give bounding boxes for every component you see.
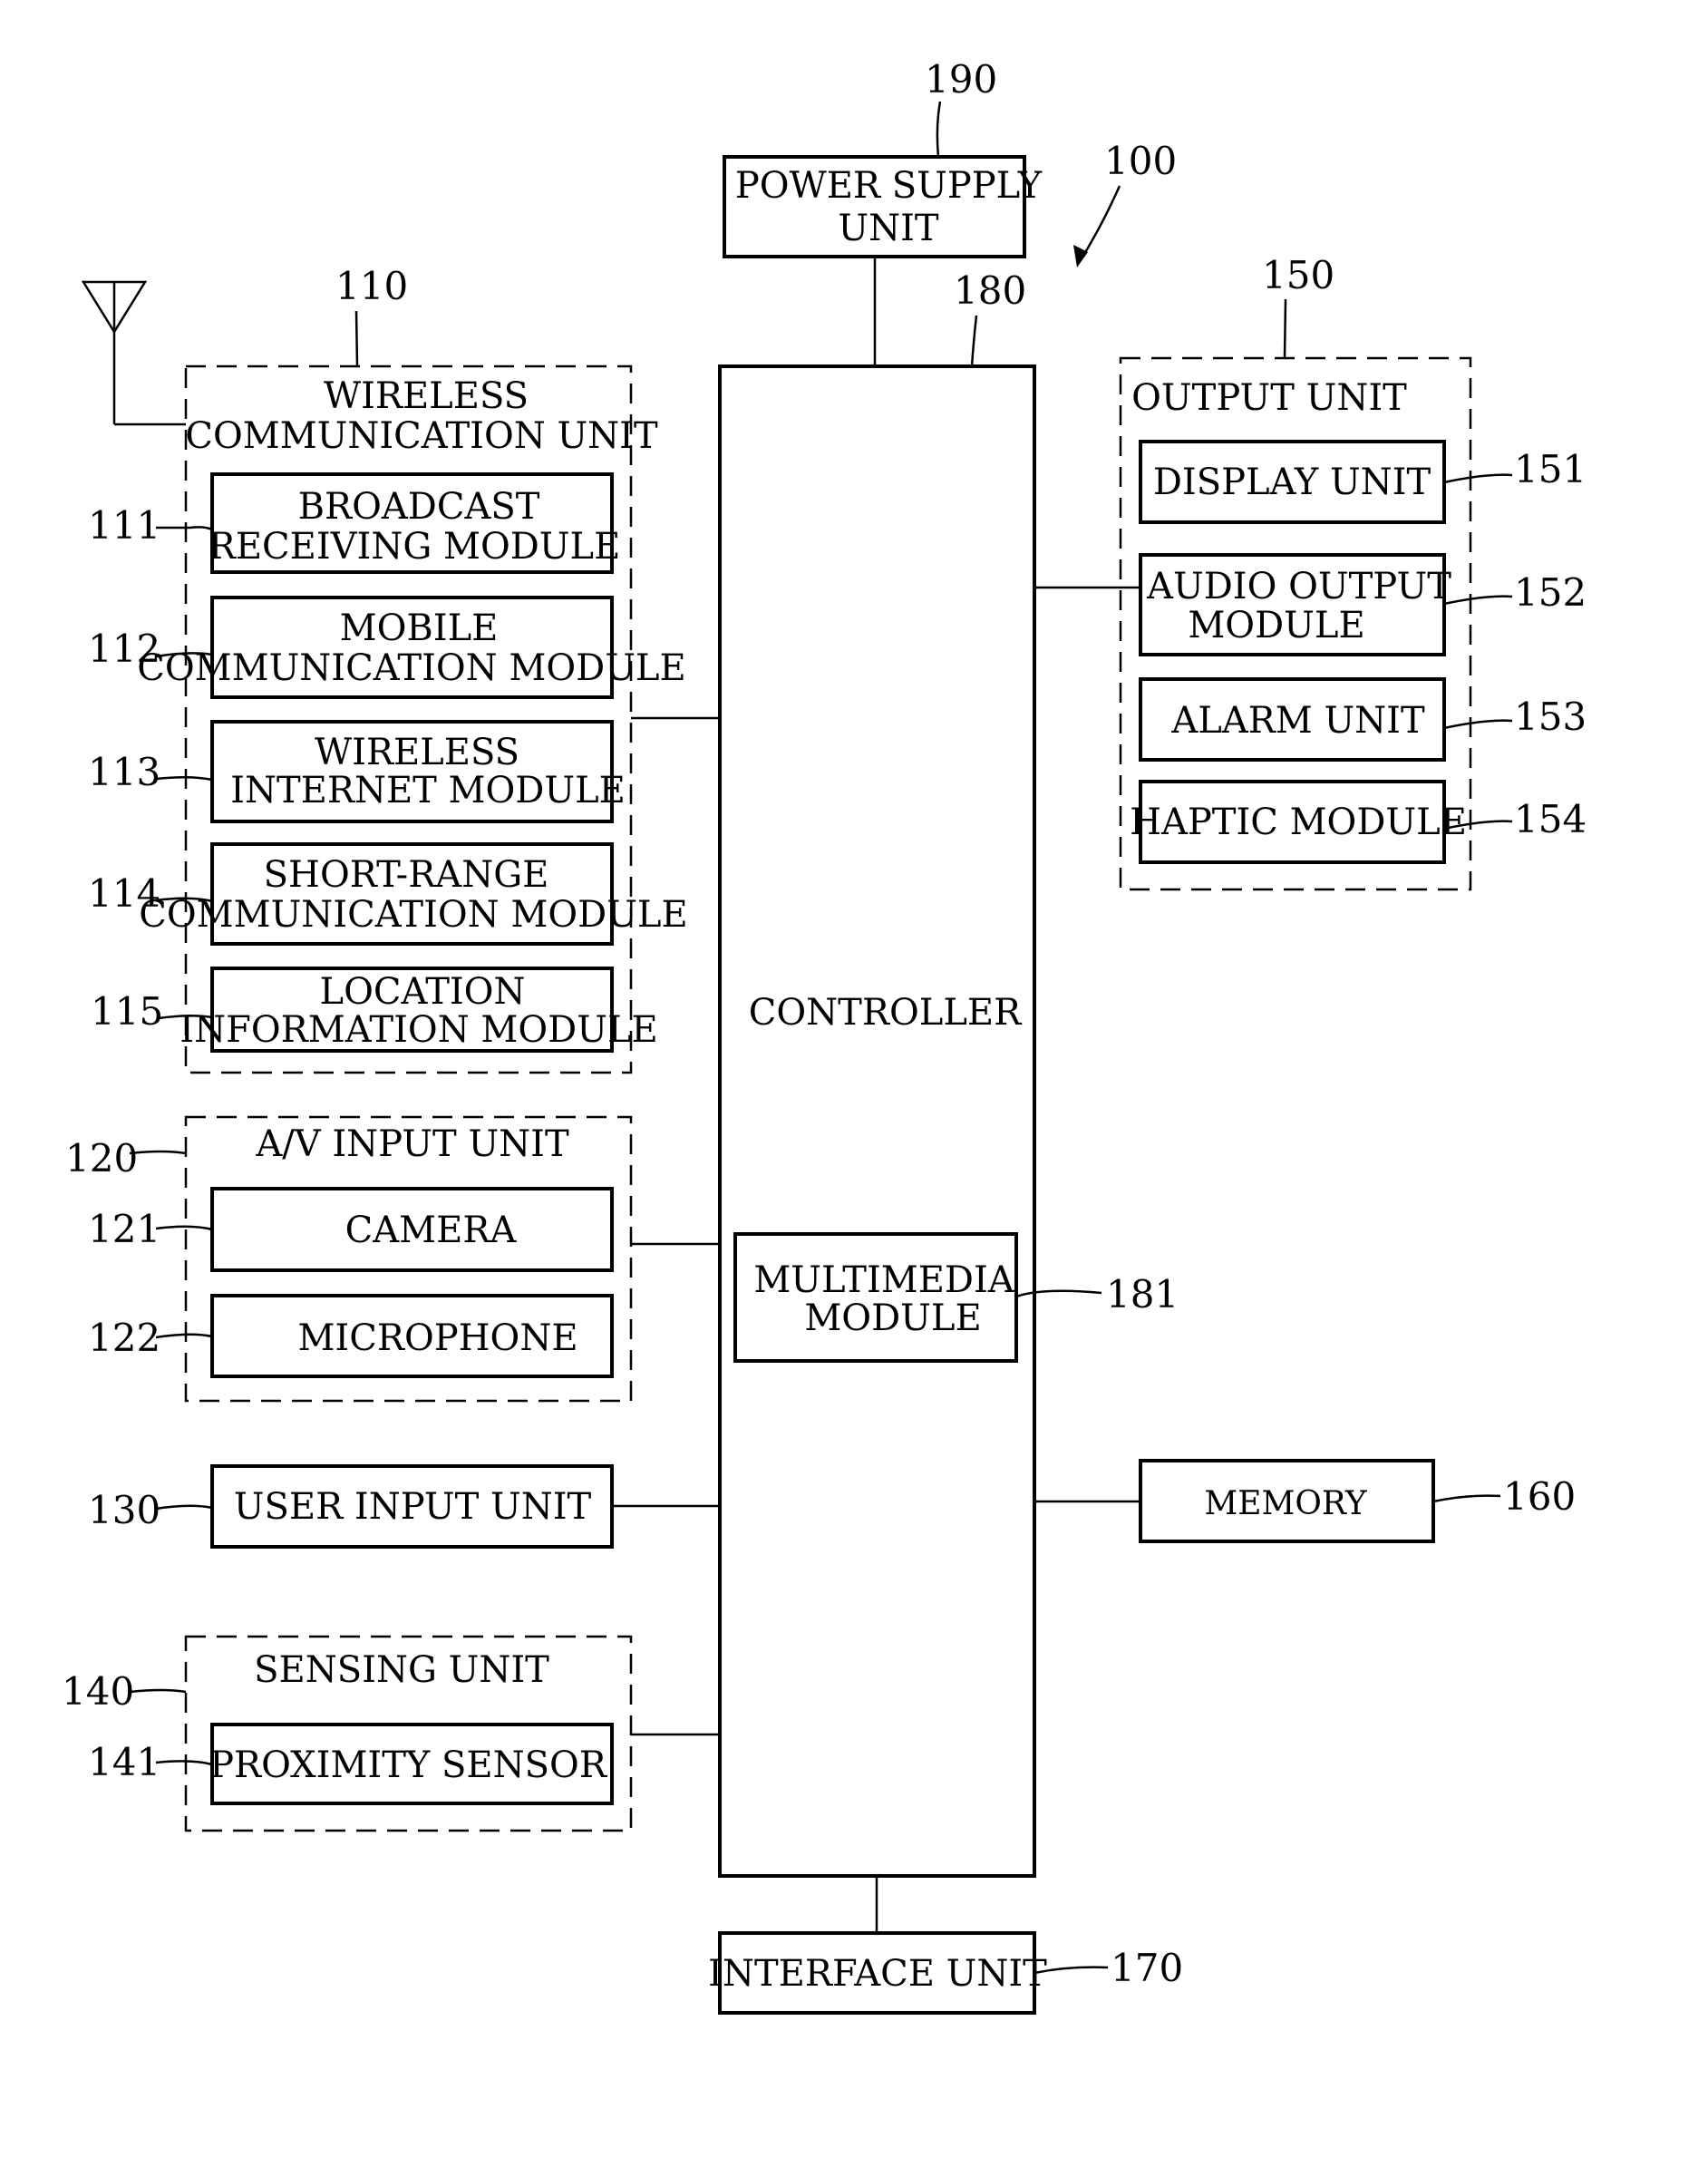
ref-151: 151 <box>1514 447 1587 491</box>
block-diagram: POWER SUPPLY UNIT 190 100 CONTROLLER 180… <box>62 57 1587 2015</box>
ref-141: 141 <box>88 1740 160 1784</box>
sensing-unit-label: SENSING UNIT <box>254 1649 549 1691</box>
leader-110 <box>354 310 359 367</box>
leader-140 <box>129 1688 187 1694</box>
audio-output-label-1: AUDIO OUTPUT <box>1146 566 1451 607</box>
module-153: ALARM UNIT 153 <box>1139 677 1587 762</box>
module-115-label-2: INFORMATION MODULE <box>180 1009 657 1051</box>
ref-121: 121 <box>88 1207 160 1251</box>
ref-120: 120 <box>65 1136 138 1181</box>
module-111: BROADCAST RECEIVING MODULE 111 <box>88 472 621 574</box>
wireless-unit-label-1: WIRELESS <box>324 375 529 417</box>
ref-153: 153 <box>1514 695 1587 739</box>
ref-100: 100 <box>1104 139 1177 183</box>
module-113-label-2: INTERNET MODULE <box>230 770 626 811</box>
module-114-label-1: SHORT-RANGE <box>264 854 549 896</box>
power-supply-label-1: POWER SUPPLY <box>735 165 1043 207</box>
ref-190: 190 <box>925 57 997 102</box>
arrow-100-icon <box>1073 185 1121 267</box>
module-115-label-1: LOCATION <box>320 971 526 1013</box>
ref-181: 181 <box>1106 1272 1179 1317</box>
audio-output-label-2: MODULE <box>1188 605 1364 646</box>
output-unit-label: OUTPUT UNIT <box>1131 377 1407 419</box>
antenna-icon <box>81 280 186 426</box>
leader-120 <box>129 1150 187 1155</box>
leader-150 <box>1283 298 1287 359</box>
leader-151 <box>1443 473 1513 484</box>
module-111-label-2: RECEIVING MODULE <box>209 526 621 568</box>
leader-121 <box>155 1225 213 1231</box>
module-151: DISPLAY UNIT 151 <box>1139 440 1587 524</box>
ref-160: 160 <box>1503 1474 1576 1519</box>
module-152: AUDIO OUTPUT MODULE 152 <box>1139 553 1587 656</box>
av-input-unit-label: A/V INPUT UNIT <box>255 1123 569 1165</box>
ref-150: 150 <box>1262 253 1334 297</box>
multimedia-label-2: MODULE <box>804 1297 981 1339</box>
ref-130: 130 <box>88 1488 160 1532</box>
module-122: MICROPHONE 122 <box>88 1294 614 1378</box>
controller-label: CONTROLLER <box>749 992 1023 1034</box>
ref-122: 122 <box>88 1316 160 1360</box>
ref-152: 152 <box>1514 570 1587 615</box>
module-113-label-1: WIRELESS <box>315 732 519 773</box>
leader-190 <box>936 101 942 158</box>
module-111-label-1: BROADCAST <box>298 486 540 528</box>
haptic-module-label: HAPTIC MODULE <box>1130 802 1467 843</box>
ref-110: 110 <box>335 264 408 308</box>
leader-122 <box>155 1333 213 1339</box>
leader-153 <box>1443 719 1513 730</box>
leader-141 <box>155 1760 213 1766</box>
module-154: HAPTIC MODULE 154 <box>1130 780 1587 864</box>
user-input-unit-label: USER INPUT UNIT <box>234 1486 592 1528</box>
power-supply-label-2: UNIT <box>838 208 939 249</box>
module-112: MOBILE COMMUNICATION MODULE 112 <box>88 596 686 699</box>
ref-180: 180 <box>954 268 1026 313</box>
leader-130 <box>155 1504 213 1511</box>
module-114-label-2: COMMUNICATION MODULE <box>139 894 687 936</box>
microphone-label: MICROPHONE <box>297 1317 577 1359</box>
ref-115: 115 <box>91 989 163 1034</box>
display-unit-label: DISPLAY UNIT <box>1153 462 1431 503</box>
ref-154: 154 <box>1514 797 1587 841</box>
camera-label: CAMERA <box>345 1210 518 1251</box>
module-141: PROXIMITY SENSOR 141 <box>88 1723 614 1805</box>
leader-180 <box>970 315 978 367</box>
module-112-label-2: COMMUNICATION MODULE <box>137 647 685 689</box>
module-113: WIRELESS INTERNET MODULE 113 <box>88 720 626 823</box>
module-115: LOCATION INFORMATION MODULE 115 <box>91 967 658 1053</box>
module-112-label-1: MOBILE <box>340 607 499 649</box>
ref-112: 112 <box>88 627 160 671</box>
module-121: CAMERA 121 <box>88 1187 614 1272</box>
proximity-sensor-label: PROXIMITY SENSOR <box>209 1744 608 1786</box>
ref-114: 114 <box>88 871 160 916</box>
memory-label: MEMORY <box>1204 1485 1368 1522</box>
controller-box <box>718 364 1036 1878</box>
module-114: SHORT-RANGE COMMUNICATION MODULE 114 <box>88 842 688 946</box>
leader-160 <box>1432 1494 1501 1503</box>
ref-170: 170 <box>1111 1946 1183 1990</box>
leader-152 <box>1443 595 1513 606</box>
leader-111 <box>156 526 213 531</box>
multimedia-label-1: MULTIMEDIA <box>753 1259 1014 1301</box>
wireless-unit-label-2: COMMUNICATION UNIT <box>185 415 658 457</box>
alarm-unit-label: ALARM UNIT <box>1170 700 1425 742</box>
ref-111: 111 <box>88 503 160 548</box>
interface-unit-label: INTERFACE UNIT <box>708 1953 1047 1995</box>
ref-113: 113 <box>88 750 160 794</box>
leader-113 <box>155 776 213 782</box>
ref-140: 140 <box>62 1669 134 1714</box>
